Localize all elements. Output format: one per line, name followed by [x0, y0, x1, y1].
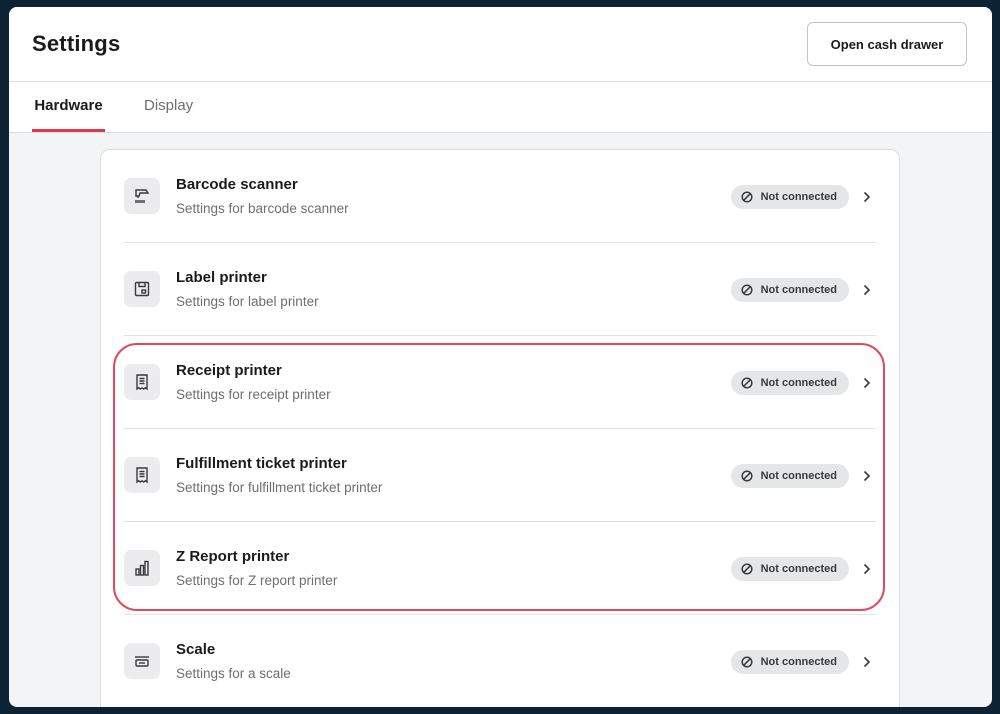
ticket-icon — [124, 457, 160, 493]
bar-chart-icon — [124, 550, 160, 586]
hardware-list: Barcode scanner Settings for barcode sca… — [100, 149, 900, 707]
barcode-scanner-icon — [124, 178, 160, 214]
receipt-icon — [124, 364, 160, 400]
row-subtitle: Settings for Z report printer — [176, 573, 338, 588]
row-title: Z Report printer — [176, 548, 290, 565]
row-subtitle: Settings for barcode scanner — [176, 201, 349, 216]
not-connected-icon — [741, 284, 753, 296]
label-printer-icon — [124, 271, 160, 307]
not-connected-icon — [741, 656, 753, 668]
chevron-right-icon — [860, 653, 874, 671]
header: Settings Open cash drawer — [9, 7, 992, 82]
status-badge: Not connected — [730, 557, 849, 581]
tab-display[interactable]: Display — [144, 82, 193, 132]
not-connected-icon — [741, 470, 753, 482]
open-cash-drawer-button[interactable]: Open cash drawer — [807, 22, 967, 66]
status-text: Not connected — [760, 656, 837, 668]
row-subtitle: Settings for receipt printer — [176, 387, 331, 402]
scale-icon — [124, 643, 160, 679]
tab-bar: Hardware Display — [9, 82, 992, 133]
not-connected-icon — [741, 191, 753, 203]
list-item-receipt-printer[interactable]: Receipt printer Settings for receipt pri… — [124, 336, 876, 429]
status-text: Not connected — [760, 377, 837, 389]
chevron-right-icon — [860, 467, 874, 485]
row-title: Scale — [176, 641, 216, 658]
row-subtitle: Settings for fulfillment ticket printer — [176, 480, 383, 495]
list-item-fulfillment-ticket-printer[interactable]: Fulfillment ticket printer Settings for … — [124, 429, 876, 522]
status-text: Not connected — [760, 563, 837, 575]
page-title: Settings — [32, 31, 121, 56]
settings-window: Settings Open cash drawer Hardware Displ… — [9, 7, 992, 707]
status-badge: Not connected — [730, 650, 849, 674]
status-badge: Not connected — [730, 464, 849, 488]
row-subtitle: Settings for a scale — [176, 666, 291, 681]
chevron-right-icon — [860, 560, 874, 578]
list-item-barcode-scanner[interactable]: Barcode scanner Settings for barcode sca… — [124, 150, 876, 243]
not-connected-icon — [741, 563, 753, 575]
row-title: Fulfillment ticket printer — [176, 455, 347, 472]
list-item-scale[interactable]: Scale Settings for a scale Not connected — [124, 615, 876, 707]
list-item-z-report-printer[interactable]: Z Report printer Settings for Z report p… — [124, 522, 876, 615]
tab-hardware[interactable]: Hardware — [32, 82, 105, 132]
status-text: Not connected — [760, 191, 837, 203]
status-badge: Not connected — [730, 278, 849, 302]
status-badge: Not connected — [730, 371, 849, 395]
status-badge: Not connected — [730, 185, 849, 209]
list-item-label-printer[interactable]: Label printer Settings for label printer… — [124, 243, 876, 336]
row-title: Barcode scanner — [176, 176, 298, 193]
status-text: Not connected — [760, 284, 837, 296]
not-connected-icon — [741, 377, 753, 389]
chevron-right-icon — [860, 188, 874, 206]
chevron-right-icon — [860, 374, 874, 392]
status-text: Not connected — [760, 470, 837, 482]
chevron-right-icon — [860, 281, 874, 299]
row-title: Receipt printer — [176, 362, 282, 379]
row-title: Label printer — [176, 269, 267, 286]
row-subtitle: Settings for label printer — [176, 294, 319, 309]
